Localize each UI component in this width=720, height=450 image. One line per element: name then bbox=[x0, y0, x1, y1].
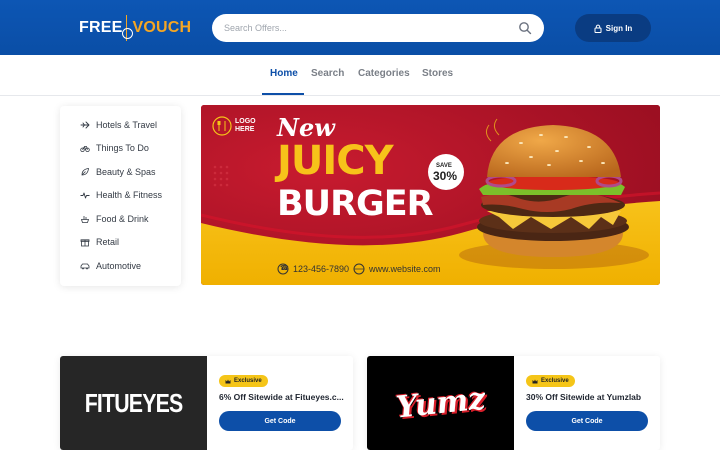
offer-card-fitueyes[interactable]: FITUEYES Exclusive 6% Off Sitewide at Fi… bbox=[60, 356, 353, 450]
sidebar-item-label: Retail bbox=[96, 237, 120, 247]
sidebar-item-health-fitness[interactable]: Health & Fitness bbox=[80, 188, 162, 202]
nav-search[interactable]: Search bbox=[311, 68, 344, 79]
offer-title[interactable]: 30% Off Sitewide at Yumzlab bbox=[526, 392, 651, 402]
nav-categories[interactable]: Categories bbox=[358, 68, 410, 79]
pulse-icon bbox=[80, 192, 90, 199]
gift-icon bbox=[80, 239, 90, 247]
nav-active-indicator bbox=[262, 93, 304, 95]
sidebar-item-label: Food & Drink bbox=[96, 214, 149, 224]
sign-in-button[interactable]: Sign In bbox=[575, 14, 651, 42]
exclusive-badge: Exclusive bbox=[526, 375, 575, 387]
sidebar-item-food-drink[interactable]: Food & Drink bbox=[80, 212, 149, 226]
phone-icon: ☎ bbox=[280, 265, 289, 272]
offer-title[interactable]: 6% Off Sitewide at Fitueyes.c... bbox=[219, 392, 344, 402]
brand-logo-fitueyes: FITUEYES bbox=[84, 387, 184, 418]
sidebar-item-hotels-travel[interactable]: Hotels & Travel bbox=[80, 118, 157, 132]
sidebar-item-label: Health & Fitness bbox=[96, 190, 163, 200]
sidebar-item-label: Hotels & Travel bbox=[96, 120, 158, 130]
offer-card-yumz[interactable]: Yumz Exclusive 30% Off Sitewide at Yumzl… bbox=[367, 356, 660, 450]
nav-stores[interactable]: Stores bbox=[422, 68, 453, 79]
search-input[interactable] bbox=[224, 23, 518, 33]
sidebar-item-label: Things To Do bbox=[96, 143, 149, 153]
scissors-icon bbox=[122, 15, 134, 41]
main-nav: Home Search Categories Stores bbox=[0, 55, 720, 96]
banner-website: www.website.com bbox=[369, 264, 441, 274]
food-icon bbox=[80, 216, 90, 223]
logo-text-vouch: VOUCH bbox=[132, 19, 192, 36]
brand-logo[interactable]: FREE VOUCH bbox=[79, 15, 191, 41]
globe-icon bbox=[354, 263, 364, 273]
banner-phone: 123-456-7890 bbox=[293, 264, 350, 274]
save-badge-value: 30% bbox=[433, 169, 458, 183]
sign-in-label: Sign In bbox=[605, 23, 633, 33]
car-icon bbox=[80, 263, 90, 270]
plane-icon bbox=[80, 121, 90, 129]
nav-home[interactable]: Home bbox=[270, 68, 298, 79]
sidebar-item-automotive[interactable]: Automotive bbox=[80, 259, 141, 273]
sidebar-item-label: Automotive bbox=[96, 261, 142, 271]
sidebar-item-beauty-spas[interactable]: Beauty & Spas bbox=[80, 165, 156, 179]
sidebar-item-things-to-do[interactable]: Things To Do bbox=[80, 141, 149, 155]
exclusive-badge: Exclusive bbox=[219, 375, 268, 387]
banner-headline-burger: BURGER bbox=[277, 184, 434, 224]
banner-headline-juicy: JUICY bbox=[277, 138, 394, 184]
brand-image-yumz: Yumz bbox=[367, 356, 514, 450]
crown-icon bbox=[532, 379, 538, 383]
banner-logo-line2: HERE bbox=[235, 126, 255, 133]
get-code-button[interactable]: Get Code bbox=[526, 411, 648, 431]
search-icon[interactable] bbox=[518, 21, 532, 35]
search-bar bbox=[212, 14, 544, 42]
promo-banner[interactable]: LOGO HERE New JUICY BURGER SAVE 30% ☎ 12… bbox=[201, 105, 660, 285]
banner-logo-line1: LOGO bbox=[235, 118, 256, 125]
get-code-button[interactable]: Get Code bbox=[219, 411, 341, 431]
sidebar-item-label: Beauty & Spas bbox=[96, 167, 156, 177]
crown-icon bbox=[225, 379, 231, 383]
lock-icon bbox=[594, 24, 602, 33]
sidebar-item-retail[interactable]: Retail bbox=[80, 235, 119, 249]
badge-label: Exclusive bbox=[234, 378, 262, 384]
bicycle-icon bbox=[80, 146, 90, 152]
brand-image-fitueyes: FITUEYES bbox=[60, 356, 207, 450]
brand-logo-yumz: Yumz bbox=[394, 380, 487, 426]
category-sidebar: Hotels & Travel Things To Do Beauty & Sp… bbox=[60, 106, 181, 286]
header: FREE VOUCH Sign In bbox=[0, 0, 720, 55]
logo-text-free: FREE bbox=[79, 19, 123, 36]
leaf-icon bbox=[81, 168, 89, 176]
badge-label: Exclusive bbox=[541, 378, 569, 384]
